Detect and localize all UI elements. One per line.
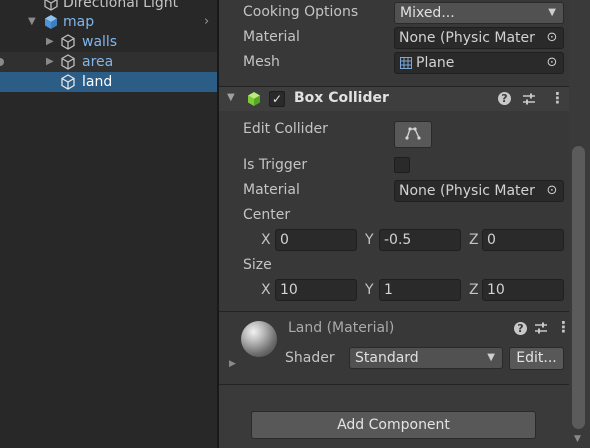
material-section: ▶ Land (Material) ? ⋮ Shader Standard ▼ … xyxy=(219,312,590,384)
cooking-options-label: Cooking Options xyxy=(243,4,359,20)
object-picker-icon[interactable]: ⊙ xyxy=(541,28,563,48)
cooking-options-value: Mixed... xyxy=(400,5,455,21)
center-label: Center xyxy=(243,207,291,223)
box-collider-title: Box Collider xyxy=(294,90,389,106)
scrollbar-thumb[interactable] xyxy=(572,146,585,429)
mesh-grid-icon xyxy=(400,57,412,69)
gameobject-icon xyxy=(61,74,75,90)
hierarchy-item-walls[interactable]: ▶ walls xyxy=(0,32,218,52)
center-z-field[interactable]: 0 xyxy=(482,229,564,251)
edit-shader-button[interactable]: Edit... xyxy=(509,347,564,370)
edit-collider-button[interactable] xyxy=(394,121,432,148)
gameobject-icon xyxy=(61,54,75,70)
hierarchy-item-label: map xyxy=(63,14,95,30)
center-y-value: -0.5 xyxy=(384,232,412,248)
size-y-label[interactable]: Y xyxy=(365,282,374,298)
size-x-label[interactable]: X xyxy=(261,282,271,298)
box-material-value: None (Physic Mater xyxy=(399,183,535,199)
help-icon[interactable]: ? xyxy=(498,92,511,105)
mesh-material-field[interactable]: None (Physic Mater ⊙ xyxy=(394,27,564,49)
size-z-field[interactable]: 10 xyxy=(482,279,564,301)
box-collider-header[interactable]: ▼ ✓ Box Collider ? ⋮ xyxy=(219,87,590,111)
inspector-panel: Cooking Options Mixed... ▼ Material None… xyxy=(219,0,590,448)
mesh-material-value: None (Physic Mater xyxy=(399,30,535,46)
size-y-value: 1 xyxy=(384,282,393,298)
hierarchy-item-area[interactable]: ▶ area xyxy=(0,52,218,72)
size-z-value: 10 xyxy=(487,282,505,298)
fold-arrow-icon[interactable]: ▼ xyxy=(227,92,235,103)
mesh-label: Mesh xyxy=(243,54,280,70)
size-y-field[interactable]: 1 xyxy=(379,279,461,301)
prefab-cube-icon xyxy=(45,15,57,29)
mesh-field[interactable]: Plane ⊙ xyxy=(394,52,564,74)
center-z-label[interactable]: Z xyxy=(469,232,479,248)
box-material-label: Material xyxy=(243,182,300,198)
help-icon[interactable]: ? xyxy=(514,322,527,335)
size-x-field[interactable]: 10 xyxy=(275,279,357,301)
scroll-down-arrow-icon[interactable]: ▼ xyxy=(574,434,581,444)
dropdown-arrow-icon: ▼ xyxy=(548,7,556,18)
object-picker-icon[interactable]: ⊙ xyxy=(541,53,563,73)
center-x-label[interactable]: X xyxy=(261,232,271,248)
component-enabled-checkbox[interactable]: ✓ xyxy=(269,91,285,107)
cooking-options-dropdown[interactable]: Mixed... ▼ xyxy=(394,2,564,24)
collapse-arrow-icon[interactable]: ▶ xyxy=(46,52,54,72)
box-material-field[interactable]: None (Physic Mater ⊙ xyxy=(394,180,564,202)
add-component-button[interactable]: Add Component xyxy=(251,411,536,439)
preset-sliders-icon[interactable] xyxy=(534,321,548,335)
expand-arrow-icon[interactable]: ▼ xyxy=(28,12,36,32)
material-preview-sphere xyxy=(241,321,277,357)
preset-sliders-icon[interactable] xyxy=(522,92,536,106)
size-x-value: 10 xyxy=(280,282,298,298)
hierarchy-item-label: area xyxy=(82,54,114,70)
hierarchy-item-map[interactable]: ▼ map › xyxy=(0,12,218,32)
shader-label: Shader xyxy=(285,350,335,366)
chevron-right-icon[interactable]: › xyxy=(204,12,209,32)
gameobject-icon xyxy=(61,34,75,50)
collapse-arrow-icon[interactable]: ▶ xyxy=(46,32,54,52)
center-y-field[interactable]: -0.5 xyxy=(379,229,461,251)
box-collider-icon xyxy=(248,92,260,106)
mesh-material-label: Material xyxy=(243,29,300,45)
object-picker-icon[interactable]: ⊙ xyxy=(541,181,563,201)
edit-collider-label: Edit Collider xyxy=(243,121,328,137)
material-fold-arrow-icon[interactable]: ▶ xyxy=(229,359,236,369)
hierarchy-panel: Directional Light ▼ map › ▶ walls ▶ area… xyxy=(0,0,218,448)
hover-marker xyxy=(0,58,4,66)
center-x-field[interactable]: 0 xyxy=(275,229,357,251)
size-label: Size xyxy=(243,257,272,273)
gameobject-icon xyxy=(44,0,58,11)
shader-dropdown[interactable]: Standard ▼ xyxy=(349,347,503,369)
size-z-label[interactable]: Z xyxy=(469,282,479,298)
hierarchy-item-land[interactable]: land xyxy=(0,72,218,92)
material-title: Land (Material) xyxy=(288,320,395,336)
is-trigger-checkbox[interactable] xyxy=(394,157,410,173)
hierarchy-item-label: land xyxy=(82,74,113,90)
hierarchy-item-label: walls xyxy=(82,34,118,50)
center-z-value: 0 xyxy=(487,232,496,248)
center-y-label[interactable]: Y xyxy=(365,232,374,248)
shader-value: Standard xyxy=(355,350,419,366)
dropdown-arrow-icon: ▼ xyxy=(487,352,495,363)
context-menu-icon[interactable]: ⋮ xyxy=(550,89,565,107)
is-trigger-label: Is Trigger xyxy=(243,157,308,173)
center-x-value: 0 xyxy=(280,232,289,248)
edit-collider-icon xyxy=(405,127,421,140)
mesh-value: Plane xyxy=(416,55,455,71)
